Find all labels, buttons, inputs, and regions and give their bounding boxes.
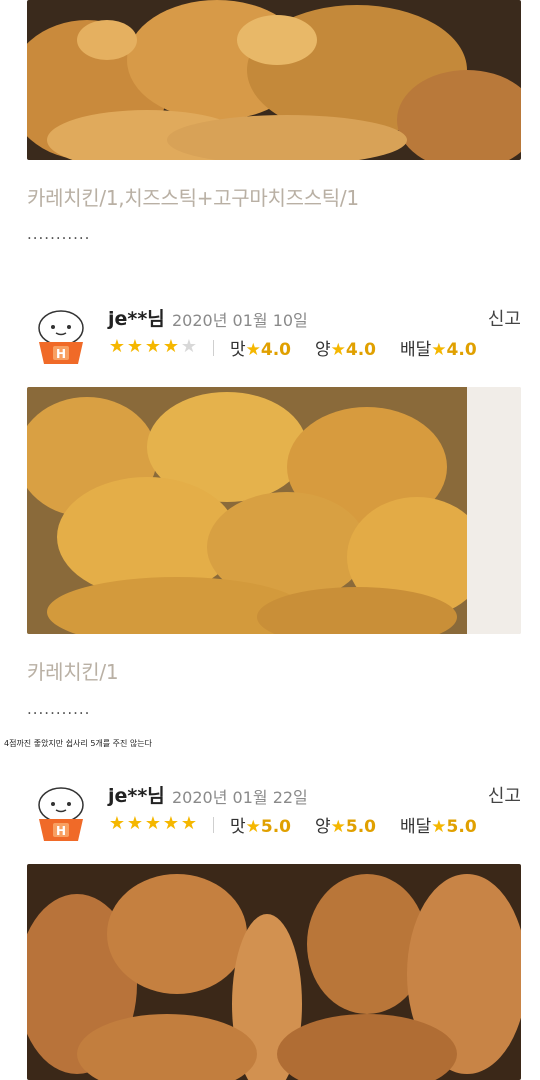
star-icon: ★ (144, 813, 162, 834)
review-photo-3[interactable] (27, 864, 521, 1080)
svg-text:H: H (56, 824, 66, 838)
star-rating: ★ ★ ★ ★ ★ (108, 814, 198, 834)
star-icon: ★ (126, 336, 144, 357)
taste-rating: 맛★4.0 (230, 340, 292, 360)
review-date: 2020년 01월 22일 (172, 788, 308, 807)
star-icon: ★ (126, 813, 144, 834)
star-icon: ★ (108, 813, 126, 834)
review-header: H je**님 2020년 01월 22일 신고 ★ ★ ★ ★ ★ 맛★5.0 양★5… (0, 779, 540, 849)
review-header: H je**님 2020년 01월 10일 신고 ★ ★ ★ ★ ★ 맛★4.0 양★4… (0, 302, 540, 372)
caption-text: 4점까진 좋았지만 쉽사리 5개를 주진 않는다 (4, 739, 153, 748)
reviewer-name[interactable]: je**님 (108, 781, 165, 808)
amount-rating: 양★5.0 (315, 817, 377, 837)
reviewer-name[interactable]: je**님 (108, 304, 165, 331)
avatar-mascot-icon[interactable]: H (31, 306, 91, 366)
star-icon: ★ (108, 336, 126, 357)
more-toggle[interactable]: ........... (27, 700, 90, 718)
report-button[interactable]: 신고 (488, 782, 521, 808)
order-text: 카레치킨/1,치즈스틱+고구마치즈스틱/1 (27, 186, 359, 210)
svg-text:H: H (56, 347, 66, 361)
review-photo-1[interactable] (27, 0, 521, 160)
star-icon: ★ (180, 336, 198, 357)
divider (213, 340, 214, 356)
divider (213, 817, 214, 833)
star-icon: ★ (162, 813, 180, 834)
star-rating: ★ ★ ★ ★ ★ (108, 337, 198, 357)
more-toggle[interactable]: ........... (27, 225, 90, 243)
avatar-mascot-icon[interactable]: H (31, 783, 91, 843)
delivery-rating: 배달★5.0 (400, 817, 477, 837)
review-date: 2020년 01월 10일 (172, 311, 308, 330)
taste-rating: 맛★5.0 (230, 817, 292, 837)
star-icon: ★ (144, 336, 162, 357)
delivery-rating: 배달★4.0 (400, 340, 477, 360)
report-button[interactable]: 신고 (488, 305, 521, 331)
order-text: 카레치킨/1 (27, 660, 119, 684)
review-photo-2[interactable] (27, 387, 521, 634)
amount-rating: 양★4.0 (315, 340, 377, 360)
star-icon: ★ (180, 813, 198, 834)
star-icon: ★ (162, 336, 180, 357)
